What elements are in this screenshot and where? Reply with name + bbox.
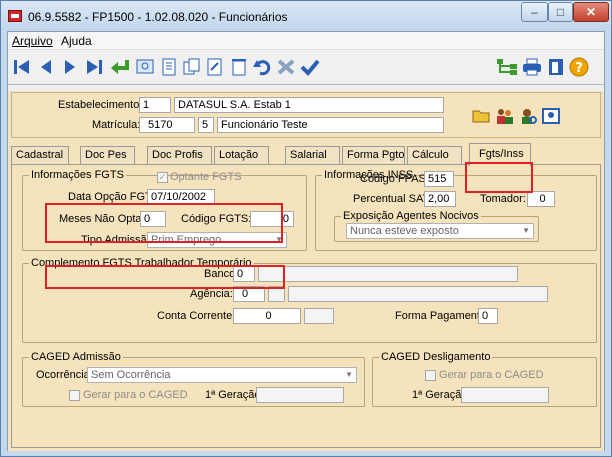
conta-digit-field xyxy=(304,308,334,324)
percentual-sat-label: Percentual SAT: xyxy=(353,193,432,205)
delete-icon[interactable] xyxy=(228,56,250,78)
app-icon xyxy=(8,10,22,22)
estabelecimento-label: Estabelecimento: xyxy=(58,99,143,111)
fgts-group-title: Informações FGTS xyxy=(29,169,126,181)
toolbar: ? xyxy=(8,51,604,85)
geracao-desligamento-field xyxy=(461,387,549,403)
report-icon[interactable] xyxy=(540,105,562,127)
window-title: 06.9.5582 - FP1500 - 1.02.08.020 - Funci… xyxy=(28,10,288,24)
optante-checkbox[interactable]: ✓ xyxy=(157,172,168,183)
print-icon[interactable] xyxy=(521,56,543,78)
last-record-icon[interactable] xyxy=(83,56,105,78)
help-icon[interactable]: ? xyxy=(568,56,590,78)
caged-admissao-title: CAGED Admissão xyxy=(29,351,123,363)
structure-icon[interactable] xyxy=(496,56,518,78)
ocorrencia-value: Sem Ocorrência xyxy=(91,369,171,381)
person-search-icon[interactable] xyxy=(517,105,539,127)
tab-lotacao[interactable]: Lotação xyxy=(214,146,269,164)
codigo-fpas-field[interactable]: 515 xyxy=(424,171,454,187)
optante-label: Optante FGTS xyxy=(170,171,242,183)
caged-desligamento-title: CAGED Desligamento xyxy=(379,351,493,363)
title-bar[interactable]: 06.9.5582 - FP1500 - 1.02.08.020 - Funci… xyxy=(1,1,611,31)
minimize-button[interactable]: – xyxy=(521,2,548,22)
edit-icon[interactable] xyxy=(204,56,226,78)
tab-doc-profis[interactable]: Doc Profis xyxy=(147,146,212,164)
undo-icon[interactable] xyxy=(251,56,273,78)
copy-icon[interactable] xyxy=(181,56,203,78)
exposicao-value: Nunca esteve exposto xyxy=(350,225,459,237)
gerar-caged-desligamento-label: Gerar para o CAGED xyxy=(439,369,544,381)
geracao-admissao-label: 1ª Geração: xyxy=(205,389,264,401)
open-folder-icon[interactable] xyxy=(471,105,493,127)
chevron-down-icon: ▼ xyxy=(522,226,530,235)
menu-bar: Arquivo Ajuda xyxy=(8,32,604,50)
client-area: Arquivo Ajuda ? Estabelecimento: 1 DATAS… xyxy=(7,31,605,451)
cancel-icon[interactable] xyxy=(275,56,297,78)
ocorrencia-select[interactable]: Sem Ocorrência ▼ xyxy=(87,367,357,383)
menu-arquivo[interactable]: Arquivo xyxy=(12,34,53,48)
exit-icon[interactable] xyxy=(545,56,567,78)
header-panel: Estabelecimento: 1 DATASUL S.A. Estab 1 … xyxy=(11,92,601,138)
tab-salarial[interactable]: Salarial xyxy=(285,146,340,164)
funcionario-name-field: Funcionário Teste xyxy=(217,117,444,133)
gerar-caged-admissao-checkbox[interactable] xyxy=(69,390,80,401)
first-record-icon[interactable] xyxy=(11,56,33,78)
tab-cadastral[interactable]: Cadastral xyxy=(11,146,69,164)
codigo-fpas-label: Código FPAS: xyxy=(360,173,429,185)
search-icon[interactable] xyxy=(134,56,156,78)
svg-text:?: ? xyxy=(575,61,583,76)
tomador-label: Tomador: xyxy=(480,193,526,205)
next-record-icon[interactable] xyxy=(59,56,81,78)
percentual-sat-field[interactable]: 2,00 xyxy=(424,191,456,207)
exposicao-group-title: Exposição Agentes Nocivos xyxy=(341,210,481,222)
tab-doc-pes[interactable]: Doc Pes xyxy=(80,146,135,164)
tomador-field[interactable]: 0 xyxy=(527,191,555,207)
close-button[interactable]: ✕ xyxy=(573,2,609,22)
confirm-icon[interactable] xyxy=(299,56,321,78)
agencia-name-field xyxy=(288,286,548,302)
menu-ajuda[interactable]: Ajuda xyxy=(61,34,92,48)
highlight-box-fgts xyxy=(45,203,283,243)
matricula-digit-field: 5 xyxy=(198,117,214,133)
banco-name-field xyxy=(258,266,518,282)
application-window: 06.9.5582 - FP1500 - 1.02.08.020 - Funci… xyxy=(0,0,612,457)
matricula-label: Matrícula: xyxy=(92,119,141,131)
gerar-caged-admissao-label: Gerar para o CAGED xyxy=(83,389,188,401)
forma-pagamento-field[interactable]: 0 xyxy=(478,308,498,324)
tab-strip: Cadastral Doc Pes Doc Profis Lotação Sal… xyxy=(11,141,601,166)
estabelecimento-name-field: DATASUL S.A. Estab 1 xyxy=(174,97,444,113)
forma-pagamento-label: Forma Pagamento: xyxy=(395,310,490,322)
conta-label: Conta Corrente: xyxy=(157,310,236,322)
people-icon[interactable] xyxy=(494,105,516,127)
ocorrencia-label: Ocorrência: xyxy=(36,369,93,381)
highlight-box-tab xyxy=(465,162,533,193)
content-area: Estabelecimento: 1 DATASUL S.A. Estab 1 … xyxy=(8,91,604,451)
tab-calculo[interactable]: Cálculo xyxy=(407,146,462,164)
highlight-box-tipo-admissao xyxy=(45,265,285,289)
matricula-field[interactable]: 5170 xyxy=(139,117,195,133)
tab-forma-pgto[interactable]: Forma Pgto xyxy=(342,146,405,164)
conta-field[interactable]: 0 xyxy=(233,308,301,324)
agencia-label: Agência: xyxy=(190,288,233,300)
maximize-button[interactable]: □ xyxy=(548,2,573,22)
chevron-down-icon: ▼ xyxy=(345,370,353,379)
exposicao-select[interactable]: Nunca esteve exposto ▼ xyxy=(346,223,534,239)
new-document-icon[interactable] xyxy=(158,56,180,78)
prev-record-icon[interactable] xyxy=(35,56,57,78)
return-icon[interactable] xyxy=(109,56,131,78)
geracao-admissao-field xyxy=(256,387,344,403)
estabelecimento-code-field[interactable]: 1 xyxy=(139,97,171,113)
gerar-caged-desligamento-checkbox[interactable] xyxy=(425,370,436,381)
